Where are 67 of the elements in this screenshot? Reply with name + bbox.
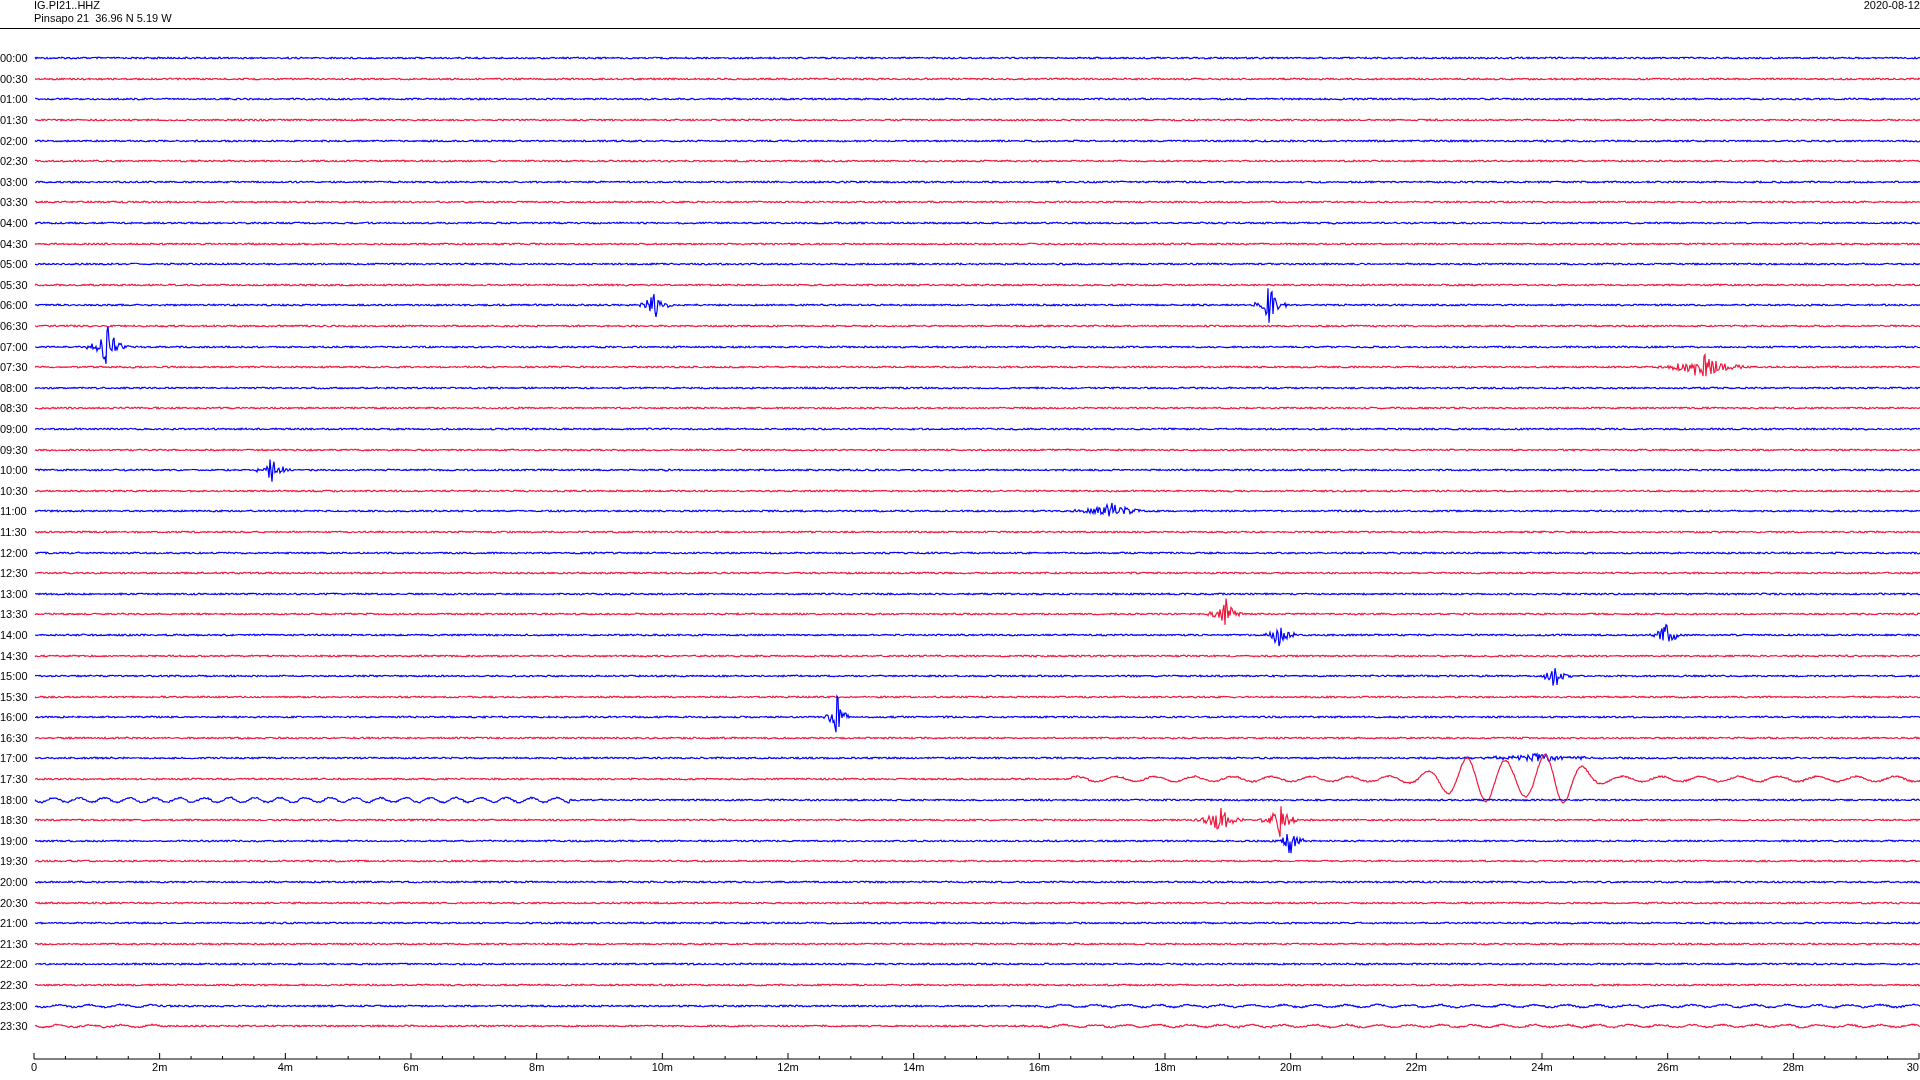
- time-label: 05:00: [0, 258, 29, 271]
- time-label: 04:30: [0, 237, 29, 250]
- time-label: 09:00: [0, 423, 29, 435]
- time-label: 21:30: [0, 937, 29, 950]
- axis-tick-label: 22m: [1405, 1060, 1428, 1073]
- axis-tick-label: 20m: [1279, 1060, 1302, 1073]
- time-label: 20:00: [0, 876, 29, 889]
- time-label: 19:00: [0, 834, 29, 847]
- time-label: 05:30: [0, 278, 29, 291]
- time-label: 11:30: [0, 525, 28, 538]
- time-label: 13:30: [0, 608, 29, 621]
- time-label: 22:00: [0, 958, 29, 971]
- time-label: 03:30: [0, 196, 29, 209]
- axis-tick-label: 4m: [277, 1060, 293, 1073]
- axis-tick-label: 2m: [152, 1060, 168, 1073]
- time-label: 01:30: [0, 114, 29, 127]
- time-label: 18:30: [0, 814, 29, 827]
- time-label: 17:30: [0, 773, 29, 786]
- axis-tick-label: 12m: [777, 1060, 799, 1073]
- time-label: 15:00: [0, 670, 29, 683]
- time-label: 09:30: [0, 443, 29, 456]
- time-label: 21:00: [0, 917, 29, 930]
- time-label: 06:30: [0, 320, 29, 332]
- axis-tick-label: 6m: [403, 1060, 419, 1073]
- time-label: 20:30: [0, 896, 29, 909]
- time-label: 08:00: [0, 381, 29, 394]
- time-label: 14:00: [0, 628, 29, 641]
- time-label: 16:30: [0, 731, 29, 744]
- axis-tick-label: 16m: [1028, 1060, 1051, 1073]
- time-label: 13:00: [0, 587, 29, 600]
- time-label: 12:30: [0, 567, 29, 580]
- time-label: 07:00: [0, 340, 29, 353]
- time-label: 22:30: [0, 979, 29, 991]
- time-label: 06:00: [0, 299, 29, 312]
- time-label: 04:00: [0, 217, 29, 230]
- axis-tick-label: 30: [1906, 1060, 1919, 1073]
- time-label: 17:00: [0, 752, 29, 765]
- station-code: IG.PI21..HHZ: [34, 0, 102, 12]
- axis-tick-label: 10m: [651, 1060, 674, 1073]
- time-label: 19:30: [0, 855, 29, 868]
- axis-tick-label: 0: [31, 1060, 38, 1073]
- time-label: 08:30: [0, 402, 29, 415]
- time-label: 12:00: [0, 546, 29, 559]
- record-date: 2020-08-12: [1863, 0, 1920, 13]
- time-label: 16:00: [0, 711, 29, 724]
- time-label: 18:00: [0, 793, 29, 806]
- time-label: 03:00: [0, 175, 29, 188]
- time-label: 23:00: [0, 999, 29, 1012]
- time-label: 11:00: [0, 505, 28, 518]
- axis-tick-label: 18m: [1154, 1060, 1176, 1073]
- axis-tick-label: 28m: [1782, 1060, 1805, 1073]
- station-location: Pinsapo 21 36.96 N 5.19 W: [34, 12, 172, 25]
- axis-tick-label: 8m: [529, 1060, 545, 1073]
- time-label: 02:00: [0, 134, 29, 147]
- time-label: 02:30: [0, 155, 29, 168]
- time-label: 07:30: [0, 361, 29, 374]
- axis-tick-label: 26m: [1656, 1060, 1679, 1073]
- time-label: 15:30: [0, 690, 29, 703]
- time-label: 23:30: [0, 1020, 29, 1033]
- axis-tick-label: 14m: [902, 1060, 925, 1073]
- time-label: 00:00: [0, 52, 29, 65]
- axis-tick-label: 24m: [1531, 1060, 1553, 1073]
- time-label: 14:30: [0, 649, 29, 662]
- time-label: 00:30: [0, 72, 29, 85]
- time-label: 01:00: [0, 93, 29, 106]
- time-label: 10:30: [0, 484, 29, 497]
- time-label: 10:00: [0, 464, 29, 477]
